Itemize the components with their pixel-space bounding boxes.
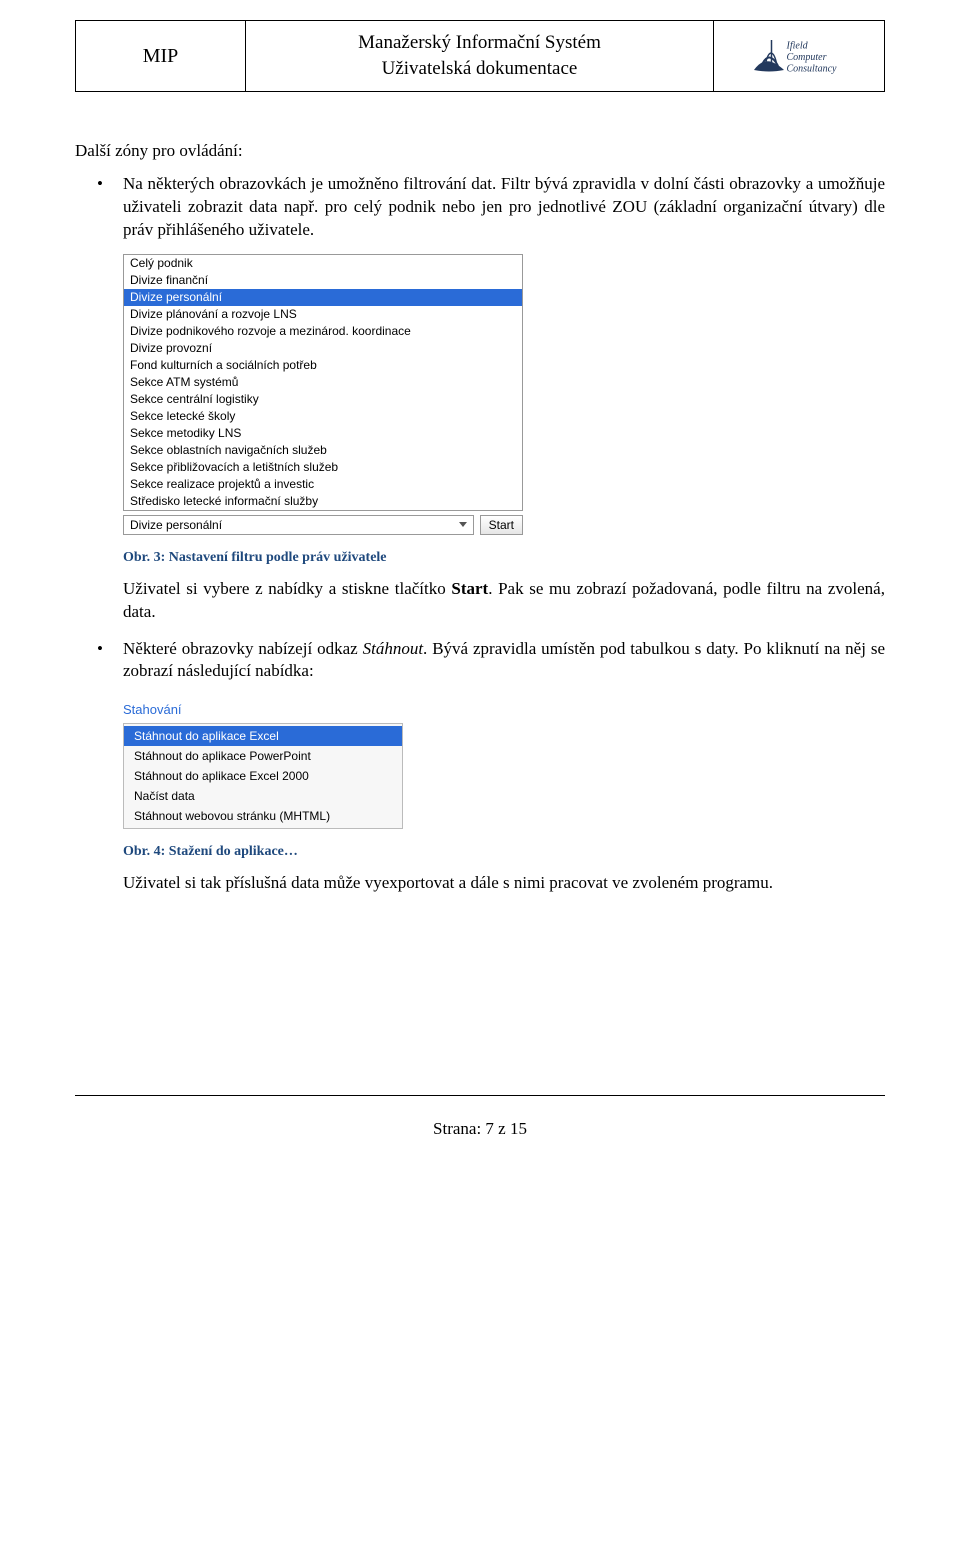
bullet-filtering: Na některých obrazovkách je umožněno fil…: [75, 173, 885, 242]
zou-select-value: Divize personální: [130, 517, 222, 533]
download-menu-item[interactable]: Stáhnout webovou stránku (MHTML): [124, 806, 402, 826]
figure-3: Celý podnikDivize finančníDivize personá…: [123, 254, 885, 535]
zou-list-item[interactable]: Sekce centrální logistiky: [124, 391, 522, 408]
company-logo-icon: Ifield Computer Consultancy: [749, 31, 849, 81]
zou-list-item[interactable]: Sekce realizace projektů a investic: [124, 476, 522, 493]
start-button-label: Start: [489, 517, 514, 533]
zou-list-item[interactable]: Sekce ATM systémů: [124, 374, 522, 391]
after-fig3-text: Uživatel si vybere z nabídky a stiskne t…: [123, 578, 885, 624]
header-title-2: Uživatelská dokumentace: [382, 56, 578, 82]
download-menu-item[interactable]: Stáhnout do aplikace PowerPoint: [124, 746, 402, 766]
zou-list-item[interactable]: Fond kulturních a sociálních potřeb: [124, 357, 522, 374]
figure-3-caption: Obr. 3: Nastavení filtru podle práv uživ…: [123, 549, 885, 568]
download-menu-item[interactable]: Načíst data: [124, 786, 402, 806]
figure-4-caption: Obr. 4: Stažení do aplikace…: [123, 843, 885, 862]
zou-list-item[interactable]: Divize provozní: [124, 340, 522, 357]
zou-list-item[interactable]: Sekce oblastních navigačních služeb: [124, 442, 522, 459]
svg-text:Ifield: Ifield: [786, 41, 809, 52]
zou-list-item[interactable]: Středisko letecké informační služby: [124, 493, 522, 510]
download-menu-item[interactable]: Stáhnout do aplikace Excel: [124, 726, 402, 746]
zou-listbox[interactable]: Celý podnikDivize finančníDivize personá…: [123, 254, 523, 511]
closing-text: Uživatel si tak příslušná data může vyex…: [123, 872, 885, 895]
start-button[interactable]: Start: [480, 515, 523, 535]
zou-select[interactable]: Divize personální: [123, 515, 474, 535]
bullet-filtering-text: Na některých obrazovkách je umožněno fil…: [123, 174, 885, 239]
zou-list-item[interactable]: Divize finanční: [124, 272, 522, 289]
header-left-text: MIP: [143, 43, 179, 70]
zou-list-item[interactable]: Sekce letecké školy: [124, 408, 522, 425]
download-menu-title: Stahování: [123, 701, 885, 719]
zou-list-item[interactable]: Sekce metodiky LNS: [124, 425, 522, 442]
page-header: MIP Manažerský Informační Systém Uživate…: [75, 20, 885, 92]
zou-list-item[interactable]: Divize podnikového rozvoje a mezinárod. …: [124, 323, 522, 340]
zou-list-item[interactable]: Divize plánování a rozvoje LNS: [124, 306, 522, 323]
page-footer: Strana: 7 z 15: [75, 1096, 885, 1141]
header-left: MIP: [76, 21, 246, 91]
header-title-1: Manažerský Informační Systém: [358, 30, 601, 56]
intro-text: Další zóny pro ovládání:: [75, 140, 885, 163]
svg-text:Computer: Computer: [787, 52, 827, 63]
chevron-down-icon: [459, 522, 467, 527]
header-center: Manažerský Informační Systém Uživatelská…: [246, 21, 714, 91]
zou-list-item[interactable]: Sekce přibližovacích a letištních služeb: [124, 459, 522, 476]
header-logo: Ifield Computer Consultancy: [714, 21, 884, 91]
download-menu-item[interactable]: Stáhnout do aplikace Excel 2000: [124, 766, 402, 786]
svg-text:Consultancy: Consultancy: [787, 64, 838, 75]
zou-list-item[interactable]: Divize personální: [124, 289, 522, 306]
bullet-download: Některé obrazovky nabízejí odkaz Stáhnou…: [75, 638, 885, 684]
zou-list-item[interactable]: Celý podnik: [124, 255, 522, 272]
download-menu[interactable]: Stáhnout do aplikace ExcelStáhnout do ap…: [123, 723, 403, 829]
